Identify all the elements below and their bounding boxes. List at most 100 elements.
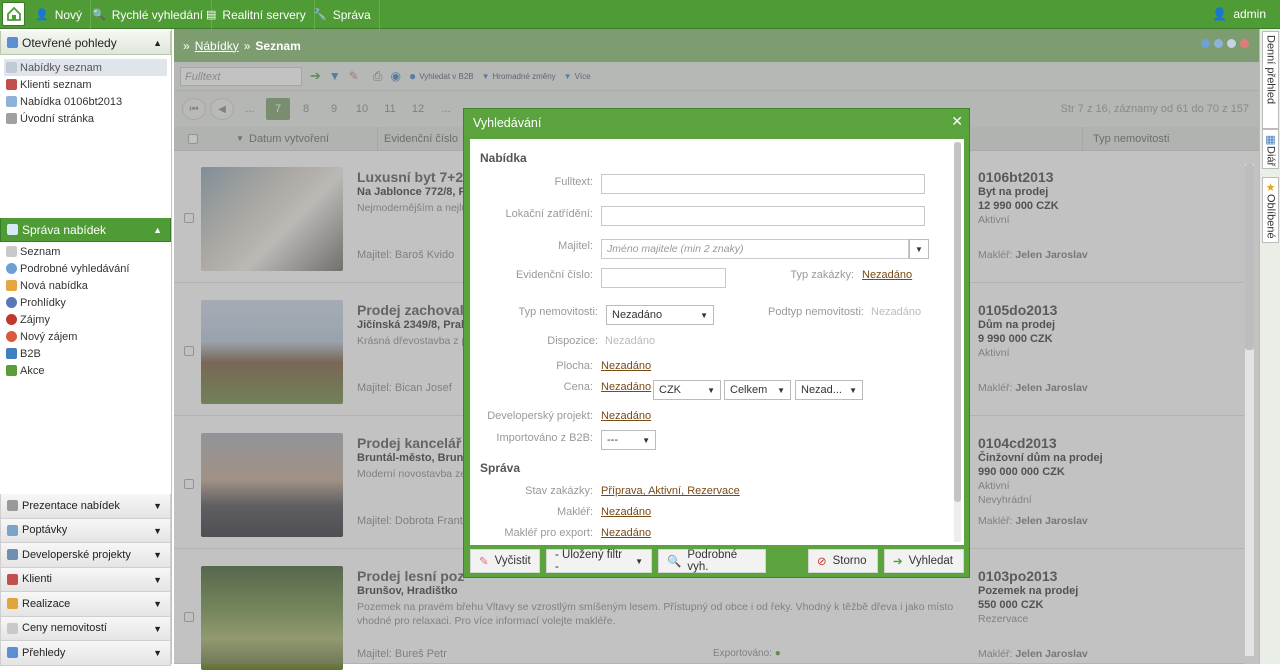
manage-item-new-interest[interactable]: Nový zájem: [0, 328, 171, 345]
magnifier-icon: 🔍: [667, 556, 682, 568]
location-label: Lokační zatřídění:: [505, 208, 593, 220]
open-view-offer-detail[interactable]: Nabídka 0106bt2013: [0, 93, 171, 110]
owner-dropdown-button[interactable]: ▼: [909, 239, 929, 259]
agent-link[interactable]: Nezadáno: [601, 506, 651, 518]
manage-item-list[interactable]: Seznam: [0, 243, 171, 260]
home-icon: [6, 113, 17, 124]
evid-input[interactable]: [601, 268, 726, 288]
expand-icon[interactable]: ▼: [153, 599, 162, 609]
manage-item-b2b[interactable]: B2B: [0, 345, 171, 362]
nav-quick-search[interactable]: 🔍 Rychlé vyhledání: [84, 0, 213, 29]
collapse-icon[interactable]: ▲: [153, 225, 162, 235]
area-link[interactable]: Nezadáno: [601, 360, 651, 372]
section-label: Realizace: [22, 597, 71, 610]
section-demands[interactable]: Poptávky ▼: [0, 518, 171, 543]
list-scrollbar[interactable]: [1245, 164, 1254, 656]
dialog-fulltext-input[interactable]: [601, 174, 925, 194]
section-presentations[interactable]: Prezentace nabídek ▼: [0, 494, 171, 519]
open-view-clients-list[interactable]: Klienti seznam: [0, 76, 171, 93]
help-icon[interactable]: [1201, 39, 1210, 48]
cancel-button[interactable]: ⊘ Storno: [808, 549, 878, 573]
tab-label: Oblíbené: [1264, 194, 1277, 239]
export-agent-link[interactable]: Nezadáno: [601, 527, 651, 539]
price-unit-value: Nezad...: [801, 384, 842, 396]
manage-item-advanced-search[interactable]: Podrobné vyhledávání: [0, 260, 171, 277]
refresh-icon[interactable]: [1214, 39, 1223, 48]
imported-b2b-select[interactable]: --- ▼: [601, 430, 656, 450]
home-logo-icon[interactable]: [2, 2, 25, 26]
nav-admin[interactable]: 🔧 Správa: [305, 0, 380, 29]
manage-item-new-offer[interactable]: Nová nabídka: [0, 277, 171, 294]
manage-item-actions[interactable]: Akce: [0, 362, 171, 379]
magnet-add-icon: [6, 331, 17, 342]
open-view-label: Úvodní stránka: [20, 112, 94, 125]
section-property-prices[interactable]: Ceny nemovitostí ▼: [0, 616, 171, 641]
manage-item-interests[interactable]: Zájmy: [0, 311, 171, 328]
expand-icon[interactable]: ▼: [153, 526, 162, 536]
chevron-down-icon: ▼: [700, 310, 708, 320]
open-views-header[interactable]: Otevřené pohledy ▲: [0, 31, 171, 55]
magnet-icon: [6, 314, 17, 325]
manage-item-viewings[interactable]: Prohlídky: [0, 294, 171, 311]
section-realizations[interactable]: Realizace ▼: [0, 592, 171, 617]
manage-offers-title: Správa nabídek: [22, 222, 107, 237]
manage-offers-header[interactable]: Správa nabídek ▲: [0, 218, 171, 242]
section-developer-projects[interactable]: Developerské projekty ▼: [0, 543, 171, 568]
user-menu[interactable]: 👤 admin: [1212, 7, 1266, 21]
expand-icon[interactable]: ▼: [153, 550, 162, 560]
search-button[interactable]: ➔ Vyhledat: [884, 549, 964, 573]
dialog-scrollbar[interactable]: [954, 142, 961, 542]
owner-input[interactable]: Jméno majitele (min 2 znaky): [601, 239, 909, 259]
actions-icon: [6, 365, 17, 376]
open-view-home[interactable]: Úvodní stránka: [0, 110, 171, 127]
undock-icon[interactable]: [1227, 39, 1236, 48]
saved-filter-label: - Uložený filtr -: [555, 549, 623, 573]
dev-project-label: Developerský projekt:: [487, 410, 593, 422]
top-bar: 👤 Nový 🔍 Rychlé vyhledání ▤ Realitní server…: [0, 0, 1280, 29]
expand-icon[interactable]: ▼: [153, 624, 162, 634]
prop-type-select[interactable]: Nezadáno ▼: [606, 305, 714, 325]
manage-icon: [7, 224, 18, 235]
tab-diary[interactable]: ▦ Diář: [1262, 129, 1279, 169]
section-overviews[interactable]: Přehledy ▼: [0, 641, 171, 666]
collapse-icon[interactable]: ▲: [153, 38, 162, 48]
tab-favorites[interactable]: ★ Oblíbené: [1262, 177, 1279, 243]
currency-select[interactable]: CZK ▼: [653, 380, 721, 400]
dialog-title: Vyhledávání: [473, 115, 542, 130]
price-unit-select[interactable]: Nezad... ▼: [795, 380, 863, 400]
price-link[interactable]: Nezadáno: [601, 381, 651, 393]
new-offer-icon: [6, 280, 17, 291]
section-label: Klienti: [22, 573, 52, 586]
state-label: Stav zakázky:: [525, 485, 593, 497]
dialog-scrollbar-thumb[interactable]: [954, 142, 961, 502]
price-label: Cena:: [563, 381, 593, 393]
expand-icon[interactable]: ▼: [153, 501, 162, 511]
saved-filter-select[interactable]: - Uložený filtr - ▼: [546, 549, 652, 573]
state-link[interactable]: Příprava, Aktivní, Rezervace: [601, 485, 740, 497]
cancel-icon: ⊘: [817, 556, 827, 568]
manage-item-label: Nový zájem: [20, 330, 78, 343]
advanced-search-button[interactable]: 🔍 Podrobné vyh.: [658, 549, 766, 573]
close-icon[interactable]: ✕: [951, 113, 963, 130]
breadcrumb-sep: »: [183, 38, 190, 53]
list-scrollbar-thumb[interactable]: [1245, 164, 1254, 350]
section-clients[interactable]: Klienti ▼: [0, 567, 171, 592]
tab-daily-overview[interactable]: Denní přehled: [1262, 31, 1279, 129]
breadcrumb-parent-link[interactable]: Nábídky: [195, 39, 239, 53]
location-input[interactable]: [601, 206, 925, 226]
price-mode-select[interactable]: Celkem ▼: [724, 380, 791, 400]
dialog-footer: ✎ Vyčistit - Uložený filtr - ▼ 🔍 Podrobné v…: [470, 549, 964, 574]
prop-type-value: Nezadáno: [612, 309, 663, 321]
open-view-label: Klienti seznam: [20, 78, 92, 91]
expand-icon[interactable]: ▼: [153, 648, 162, 658]
order-type-link[interactable]: Nezadáno: [862, 269, 912, 281]
nav-real-estate-servers[interactable]: ▤ Realitní servery: [198, 0, 315, 29]
views-icon: [7, 37, 18, 48]
close-view-icon[interactable]: [1240, 39, 1249, 48]
open-view-offers-list[interactable]: Nabídky seznam: [4, 59, 167, 76]
expand-icon[interactable]: ▼: [153, 575, 162, 585]
nav-new[interactable]: 👤 Nový: [27, 0, 92, 29]
nav-admin-label: Správa: [332, 7, 371, 22]
clear-button[interactable]: ✎ Vyčistit: [470, 549, 540, 573]
dev-project-link[interactable]: Nezadáno: [601, 410, 651, 422]
